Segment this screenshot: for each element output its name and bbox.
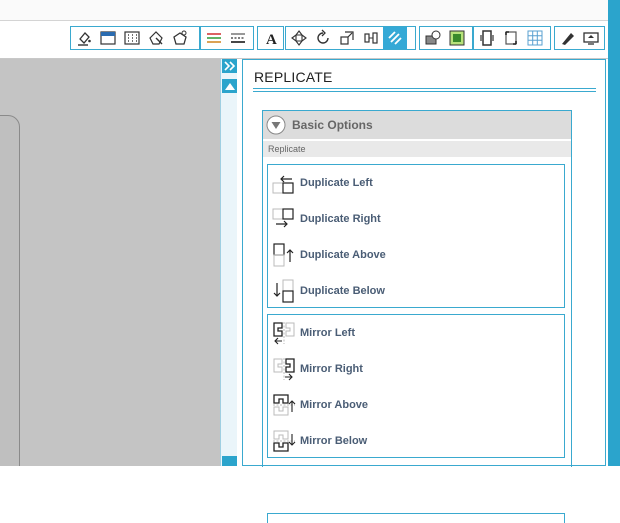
replicate-icon[interactable]	[383, 27, 407, 49]
mirror-below-button[interactable]: Mirror Below	[268, 423, 564, 459]
expand-panel-button[interactable]	[222, 59, 237, 73]
scroll-down-button[interactable]	[222, 456, 237, 466]
toolbar-group-offset	[419, 26, 473, 50]
cut-settings-icon[interactable]	[556, 27, 580, 49]
panel-title: REPLICATE	[254, 69, 333, 85]
mirror-left-label: Mirror Left	[300, 327, 355, 339]
duplicate-below-button[interactable]: Duplicate Below	[268, 273, 564, 309]
mirror-below-label: Mirror Below	[300, 435, 368, 447]
duplicate-right-label: Duplicate Right	[300, 213, 381, 225]
svg-text:A: A	[266, 32, 277, 47]
section-label: Replicate	[263, 141, 571, 157]
duplicate-right-icon	[271, 206, 297, 232]
cutting-mat	[0, 115, 20, 466]
mirror-below-icon	[271, 428, 297, 454]
window-edge	[608, 0, 620, 466]
mirror-right-button[interactable]: Mirror Right	[268, 351, 564, 387]
mirror-right-icon	[271, 356, 297, 382]
duplicate-group: Duplicate Left Duplicate Right Duplicate…	[267, 164, 565, 308]
duplicate-below-label: Duplicate Below	[300, 285, 385, 297]
grid-icon[interactable]	[523, 27, 547, 49]
next-group-edge	[267, 513, 565, 523]
mirror-above-label: Mirror Above	[300, 399, 369, 411]
duplicate-right-button[interactable]: Duplicate Right	[268, 201, 564, 237]
page-setup-icon[interactable]	[475, 27, 499, 49]
mirror-left-icon	[271, 320, 297, 346]
toolbar-group-transform	[285, 26, 416, 50]
line-color-icon[interactable]	[96, 27, 120, 49]
section-label-text: Replicate	[268, 144, 306, 154]
align-icon[interactable]	[359, 27, 383, 49]
transform-icon[interactable]	[287, 27, 311, 49]
mirror-above-button[interactable]: Mirror Above	[268, 387, 564, 423]
toolbar-group-send	[554, 26, 605, 50]
shape-edit-icon[interactable]	[168, 27, 192, 49]
mirror-group: Mirror Left Mirror Right Mirror Above Mi…	[267, 314, 565, 458]
fill-bucket-icon[interactable]	[72, 27, 96, 49]
offset-icon[interactable]	[421, 27, 445, 49]
line-style-icon[interactable]	[202, 27, 226, 49]
basic-options-box: Basic Options Replicate Duplicate Left D…	[262, 110, 572, 523]
mirror-right-label: Mirror Right	[300, 363, 363, 375]
toolbar-group-page	[473, 26, 551, 50]
toolbar: A	[0, 21, 608, 59]
basic-options-header[interactable]: Basic Options	[263, 111, 571, 139]
line-thickness-icon[interactable]	[226, 27, 250, 49]
scale-icon[interactable]	[335, 27, 359, 49]
mirror-above-icon	[271, 392, 297, 418]
scroll-up-button[interactable]	[222, 79, 237, 93]
mirror-left-button[interactable]: Mirror Left	[268, 315, 564, 351]
basic-options-label: Basic Options	[292, 118, 373, 132]
duplicate-below-icon	[271, 278, 297, 304]
title-strip	[0, 0, 608, 21]
text-style-icon[interactable]: A	[259, 27, 282, 49]
duplicate-left-icon	[271, 170, 297, 196]
title-underline-2	[253, 91, 596, 92]
point-editor-icon[interactable]	[144, 27, 168, 49]
trace-icon[interactable]	[445, 27, 469, 49]
title-underline	[253, 88, 596, 89]
duplicate-left-label: Duplicate Left	[300, 177, 373, 189]
toolbar-group-style	[70, 26, 200, 50]
rotate-icon[interactable]	[311, 27, 335, 49]
registration-icon[interactable]	[499, 27, 523, 49]
duplicate-above-button[interactable]: Duplicate Above	[268, 237, 564, 273]
duplicate-above-icon	[271, 242, 297, 268]
toolbar-group-line	[200, 26, 254, 50]
fill-pattern-icon[interactable]	[120, 27, 144, 49]
collapse-circle-icon	[266, 115, 286, 135]
toolbar-group-text: A	[257, 26, 284, 50]
replicate-panel: REPLICATE Basic Options Replicate Duplic…	[242, 59, 606, 523]
design-canvas[interactable]	[0, 59, 220, 466]
duplicate-above-label: Duplicate Above	[300, 249, 386, 261]
send-to-cutter-icon[interactable]	[580, 27, 604, 49]
duplicate-left-button[interactable]: Duplicate Left	[268, 165, 564, 201]
panel-side-bar	[220, 59, 237, 466]
